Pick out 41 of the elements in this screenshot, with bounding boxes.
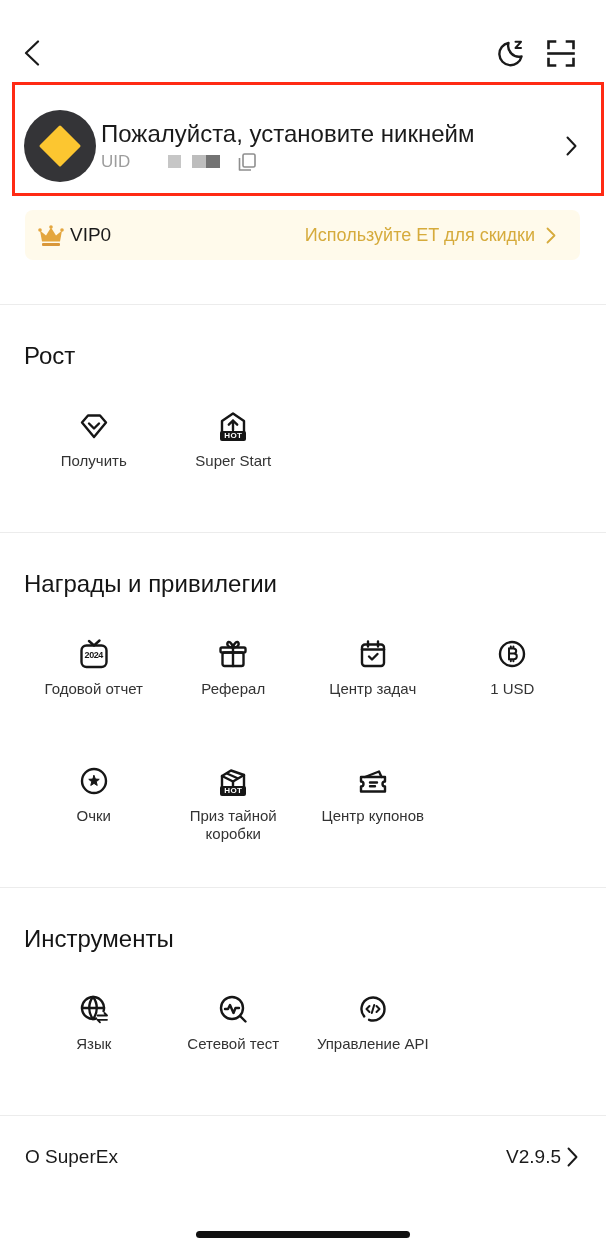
gem-icon xyxy=(78,411,109,441)
star-circle-icon xyxy=(78,766,109,796)
vip-level-text: VIP0 xyxy=(70,223,112,247)
moon-icon[interactable] xyxy=(497,39,524,67)
gift-icon xyxy=(218,639,249,669)
shortcut-button[interactable]: HOT Приз тайной коробки xyxy=(172,766,295,843)
uid-label: UID xyxy=(101,150,131,173)
scan-icon[interactable] xyxy=(547,39,575,67)
chevron-right-icon[interactable] xyxy=(566,136,577,156)
tv-icon xyxy=(78,639,109,669)
shortcut-button[interactable]: Очки xyxy=(76,766,111,825)
section-title: Инструменты xyxy=(24,924,174,954)
shortcut-button[interactable]: Язык xyxy=(76,994,112,1053)
crown-icon xyxy=(38,224,64,246)
shortcut-button[interactable]: Реферал xyxy=(201,639,266,698)
about-label[interactable]: О SuperEx xyxy=(25,1144,118,1169)
shortcut-button[interactable]: Центр купонов xyxy=(321,766,424,825)
shortcut-button[interactable]: 2024 Годовой отчет xyxy=(44,639,143,698)
chevron-right-icon[interactable] xyxy=(567,1146,578,1167)
shortcut-button[interactable]: Центр задач xyxy=(329,639,417,698)
shortcut-button[interactable]: HOT Super Start xyxy=(195,411,272,470)
hot-badge: HOT xyxy=(220,431,247,441)
copy-icon[interactable] xyxy=(238,152,257,171)
shortcut-button[interactable]: Получить xyxy=(60,411,127,470)
section-title: Награды и привилегии xyxy=(24,569,277,599)
hot-badge: HOT xyxy=(220,786,247,796)
globe-icon xyxy=(78,994,109,1024)
diamond-avatar-icon xyxy=(24,110,96,182)
pulse-search-icon xyxy=(218,994,249,1024)
back-icon[interactable] xyxy=(24,40,40,66)
bitcoin-icon xyxy=(497,639,528,669)
year-label: 2024 xyxy=(84,650,103,661)
profile-card[interactable]: Пожалуйста, установите никнейм UID xyxy=(12,82,604,196)
section-title: Рост xyxy=(24,341,76,371)
shortcut-button[interactable]: Сетевой тест xyxy=(187,994,280,1053)
code-icon xyxy=(357,994,388,1024)
version-text: V2.9.5 xyxy=(506,1144,561,1169)
nickname-prompt: Пожалуйста, установите никнейм xyxy=(101,119,475,148)
masked-uid-drawing xyxy=(168,155,221,168)
shortcut-button[interactable]: Управление API xyxy=(316,994,429,1053)
shortcut-button[interactable]: 1 USD xyxy=(490,639,535,698)
